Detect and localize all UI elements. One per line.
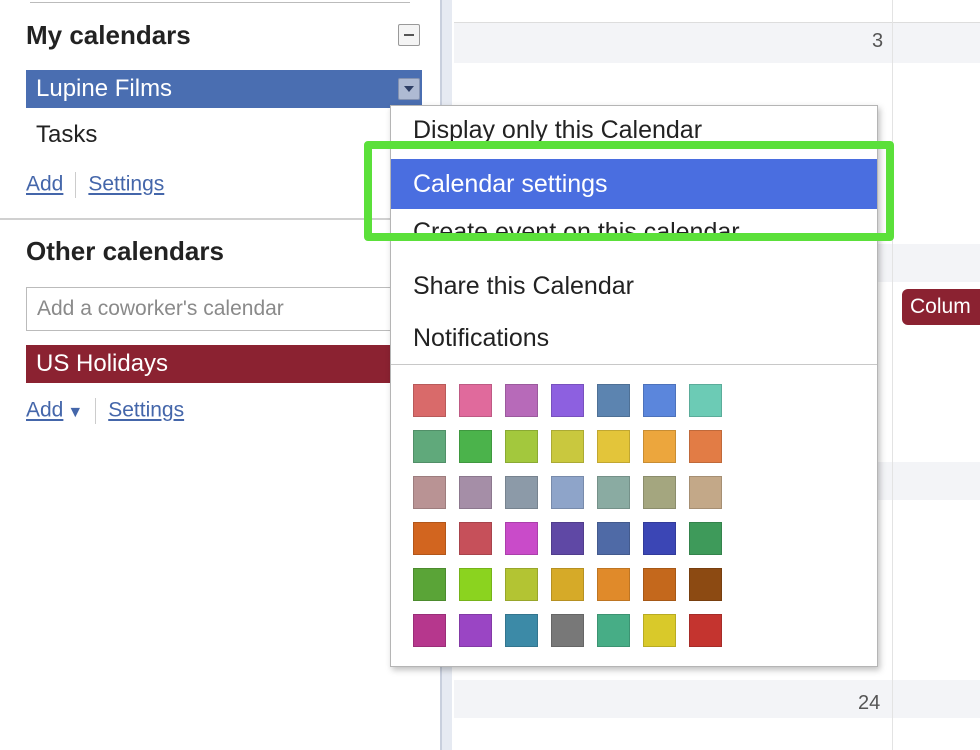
color-swatch[interactable] (597, 384, 630, 417)
calendar-sidebar: My calendars Lupine Films Tasks Add Setti… (0, 0, 440, 750)
coworker-calendar-input[interactable] (26, 287, 396, 331)
color-swatch[interactable] (597, 430, 630, 463)
color-swatch[interactable] (689, 614, 722, 647)
color-swatch[interactable] (505, 384, 538, 417)
color-swatch[interactable] (505, 614, 538, 647)
color-swatch[interactable] (643, 476, 676, 509)
menu-item-calendar-settings[interactable]: Calendar settings (391, 159, 877, 209)
divider (30, 2, 410, 3)
grid-column-line (892, 0, 893, 750)
my-calendars-settings-link[interactable]: Settings (88, 173, 164, 196)
color-swatch[interactable] (643, 568, 676, 601)
color-swatch[interactable] (551, 384, 584, 417)
menu-item-notifications[interactable]: Notifications (391, 316, 877, 360)
color-swatch[interactable] (413, 522, 446, 555)
color-swatch[interactable] (689, 430, 722, 463)
color-swatch[interactable] (597, 522, 630, 555)
color-swatch[interactable] (505, 522, 538, 555)
section-divider (0, 218, 440, 220)
calendar-item-lupine-films[interactable]: Lupine Films (26, 70, 422, 108)
color-swatch[interactable] (459, 522, 492, 555)
color-swatch[interactable] (459, 568, 492, 601)
calendar-item-label: Lupine Films (36, 75, 173, 102)
color-swatch[interactable] (413, 614, 446, 647)
other-calendars-links: Add ▼ Settings (26, 398, 184, 424)
add-other-calendar-link[interactable]: Add (26, 399, 63, 422)
event-chip[interactable]: Colum (902, 289, 980, 325)
color-swatch[interactable] (689, 522, 722, 555)
color-swatch[interactable] (643, 614, 676, 647)
link-separator (75, 172, 77, 198)
color-swatch[interactable] (689, 568, 722, 601)
color-swatch[interactable] (413, 384, 446, 417)
my-calendars-links: Add Settings (26, 172, 164, 198)
day-number[interactable]: 3 (872, 30, 883, 53)
day-number[interactable]: 24 (858, 692, 880, 715)
color-swatch[interactable] (505, 430, 538, 463)
calendar-context-menu: Display only this Calendar Calendar sett… (390, 105, 878, 667)
color-swatch[interactable] (597, 476, 630, 509)
calendar-item-us-holidays[interactable]: US Holidays (26, 345, 406, 383)
week-row-header (454, 22, 980, 63)
color-swatch[interactable] (643, 384, 676, 417)
color-swatch[interactable] (551, 476, 584, 509)
other-calendars-title: Other calendars (26, 236, 224, 266)
color-swatch[interactable] (413, 430, 446, 463)
link-separator (95, 398, 97, 424)
menu-separator (391, 364, 877, 365)
calendar-item-tasks[interactable]: Tasks (26, 116, 422, 154)
menu-item-share-calendar[interactable]: Share this Calendar (391, 264, 877, 308)
other-calendars-settings-link[interactable]: Settings (108, 399, 184, 422)
color-swatch[interactable] (689, 476, 722, 509)
color-swatch[interactable] (689, 384, 722, 417)
color-swatch[interactable] (505, 568, 538, 601)
calendar-item-label: Tasks (36, 121, 98, 148)
menu-item-create-event[interactable]: Create event on this calendar (391, 210, 877, 254)
color-swatch[interactable] (505, 476, 538, 509)
menu-item-display-only[interactable]: Display only this Calendar (391, 108, 877, 152)
color-swatch[interactable] (551, 614, 584, 647)
color-swatch[interactable] (551, 568, 584, 601)
add-calendar-link[interactable]: Add (26, 173, 63, 196)
color-swatch[interactable] (459, 614, 492, 647)
color-swatch[interactable] (459, 476, 492, 509)
my-calendars-title: My calendars (26, 20, 191, 50)
color-swatch[interactable] (643, 430, 676, 463)
collapse-icon[interactable] (398, 24, 420, 46)
chevron-down-icon[interactable] (398, 78, 420, 100)
color-swatch[interactable] (413, 568, 446, 601)
caret-down-icon[interactable]: ▼ (67, 404, 83, 421)
color-swatch[interactable] (413, 476, 446, 509)
color-swatch[interactable] (551, 430, 584, 463)
calendar-item-label: US Holidays (36, 350, 169, 377)
color-swatch[interactable] (597, 568, 630, 601)
cropped-top-edge (0, 0, 440, 8)
color-swatch[interactable] (551, 522, 584, 555)
week-row-header (454, 680, 980, 718)
color-swatch[interactable] (459, 384, 492, 417)
color-swatch[interactable] (459, 430, 492, 463)
color-swatch[interactable] (643, 522, 676, 555)
color-swatch[interactable] (597, 614, 630, 647)
